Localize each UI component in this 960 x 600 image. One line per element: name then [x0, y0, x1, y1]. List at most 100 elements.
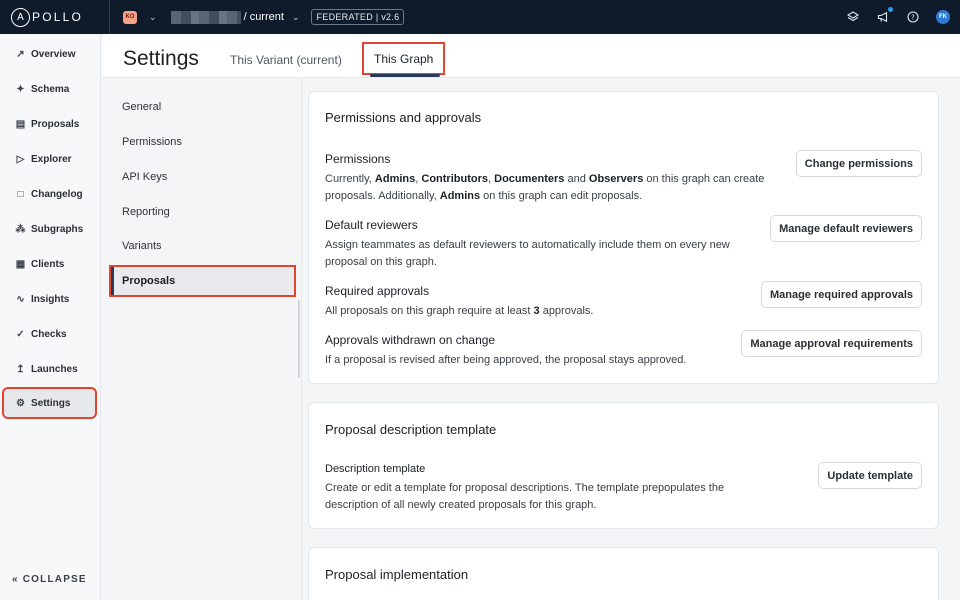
checks-icon: ✓ [16, 328, 25, 340]
subnav-scrollbar[interactable] [298, 300, 300, 378]
double-chevron-left-icon: « [12, 574, 23, 585]
nav-item-insights[interactable]: ∿ Insights [4, 285, 95, 313]
insights-icon: ∿ [16, 293, 25, 305]
subnav-item-proposals[interactable]: Proposals [109, 265, 296, 297]
collapse-label: COLLAPSE [22, 574, 87, 585]
role-admins: Admins [439, 190, 481, 202]
org-chevron-down-icon[interactable]: ⌄ [149, 12, 157, 23]
nav-item-schema[interactable]: ✦ Schema [4, 75, 95, 103]
subnav-item-reporting[interactable]: Reporting [111, 198, 294, 226]
text-part: Currently, [325, 173, 375, 185]
help-icon[interactable]: ? [906, 11, 919, 24]
subnav-item-api-keys[interactable]: API Keys [111, 163, 294, 191]
subnav-item-general[interactable]: General [111, 93, 294, 121]
active-tab-indicator [370, 74, 440, 77]
permissions-row-description: Currently, Admins, Contributors, Documen… [325, 171, 765, 205]
gear-icon: ⚙ [16, 397, 25, 409]
nav-item-clients[interactable]: ▦ Clients [4, 250, 95, 278]
schema-icon: ✦ [16, 83, 25, 95]
launches-icon: ↥ [16, 363, 25, 375]
nav-item-label: Overview [31, 48, 76, 60]
graph-name-redacted[interactable] [170, 10, 241, 24]
settings-header: Settings This Variant (current) This Gra… [102, 34, 960, 78]
nav-item-proposals[interactable]: ▤ Proposals [4, 110, 95, 138]
nav-item-label: Schema [31, 83, 70, 95]
avatar[interactable]: FK [936, 10, 950, 24]
nav-item-label: Launches [31, 363, 78, 375]
nav-item-explorer[interactable]: ▷ Explorer [4, 145, 95, 173]
nav-item-label: Checks [31, 328, 67, 340]
nav-item-label: Settings [31, 397, 71, 409]
notification-dot [888, 6, 893, 12]
subnav-item-permissions[interactable]: Permissions [111, 128, 294, 156]
apollo-logo-mark: A [11, 7, 30, 27]
nav-item-launches[interactable]: ↥ Launches [4, 355, 95, 383]
tab-label: This Graph [374, 51, 434, 66]
megaphone-icon[interactable] [876, 6, 893, 24]
default-reviewers-row-description: Assign teammates as default reviewers to… [325, 239, 730, 268]
nav-item-subgraphs[interactable]: ⁂ Subgraphs [4, 215, 95, 243]
nav-item-label: Proposals [31, 118, 80, 130]
topbar-actions: ? FK [846, 0, 950, 34]
role-observers: Observers [588, 173, 644, 185]
nav-item-label: Explorer [31, 153, 72, 165]
role-contributors: Contributors [421, 173, 488, 185]
page-title: Settings [123, 47, 199, 70]
collapse-button[interactable]: « COLLAPSE [12, 574, 87, 585]
description-template-card: Proposal description template Descriptio… [308, 402, 939, 529]
nav-item-label: Insights [31, 293, 70, 305]
nav-item-label: Subgraphs [31, 223, 84, 235]
text-part: approvals. [539, 305, 594, 317]
text-part: on this graph can edit proposals. [480, 190, 643, 202]
text-part: and [564, 173, 589, 185]
tab-this-variant[interactable]: This Variant (current) [230, 53, 342, 67]
settings-subnav: General Permissions API Keys Reporting V… [102, 78, 302, 600]
nav-item-checks[interactable]: ✓ Checks [4, 320, 95, 348]
overview-icon: ↗ [16, 48, 25, 60]
description-template-row-title: Description template [325, 463, 426, 475]
apollo-logo-text: POLLO [32, 10, 84, 24]
required-approvals-row-title: Required approvals [325, 284, 430, 298]
layers-icon[interactable] [846, 11, 859, 24]
role-admins: Admins [374, 173, 416, 185]
approvals-withdrawn-row-title: Approvals withdrawn on change [325, 333, 496, 347]
nav-item-overview[interactable]: ↗ Overview [4, 40, 95, 68]
subgraphs-icon: ⁂ [15, 223, 26, 235]
required-approvals-row-description: All proposals on this graph require at l… [325, 303, 765, 320]
proposal-implementation-card: Proposal implementation [308, 547, 939, 600]
default-reviewers-row-title: Default reviewers [325, 218, 418, 232]
change-permissions-button[interactable]: Change permissions [795, 150, 922, 177]
variant-selector[interactable]: / current [244, 11, 284, 23]
changelog-icon: □ [17, 188, 24, 200]
card-title: Proposal description template [325, 422, 497, 437]
manage-required-approvals-button[interactable]: Manage required approvals [760, 281, 922, 308]
approvals-withdrawn-row-description: If a proposal is revised after being app… [325, 354, 687, 366]
card-title: Permissions and approvals [325, 110, 482, 125]
update-template-button[interactable]: Update template [818, 462, 922, 489]
role-documenters: Documenters [494, 173, 565, 185]
card-title: Proposal implementation [325, 567, 469, 582]
nav-item-label: Clients [31, 258, 65, 270]
manage-default-reviewers-button[interactable]: Manage default reviewers [770, 215, 922, 242]
nav-item-settings[interactable]: ⚙ Settings [2, 387, 97, 419]
top-bar: A POLLO KO ⌄ / current ⌄ FEDERATED | v2.… [0, 0, 960, 34]
proposals-icon: ▤ [15, 118, 26, 130]
subnav-item-variants[interactable]: Variants [111, 232, 294, 260]
variant-chevron-down-icon[interactable]: ⌄ [292, 12, 300, 23]
tab-this-graph[interactable]: This Graph [361, 42, 446, 75]
org-badge[interactable]: KO [123, 10, 138, 24]
left-nav: ↗ Overview ✦ Schema ▤ Proposals ▷ Explor… [0, 34, 101, 600]
explorer-icon: ▷ [16, 153, 25, 165]
apollo-logo[interactable]: A POLLO [11, 7, 84, 27]
topbar-divider [109, 0, 111, 34]
nav-item-label: Changelog [31, 188, 83, 200]
nav-item-changelog[interactable]: □ Changelog [4, 180, 95, 208]
text-part: All proposals on this graph require at l… [325, 305, 534, 317]
description-template-row-description: Create or edit a template for proposal d… [325, 482, 725, 511]
svg-text:?: ? [911, 14, 915, 22]
permissions-approvals-card: Permissions and approvals Permissions Cu… [308, 91, 939, 384]
permissions-row-title: Permissions [325, 152, 391, 166]
manage-approval-requirements-button[interactable]: Manage approval requirements [741, 330, 922, 357]
federation-badge: FEDERATED | v2.6 [311, 9, 405, 25]
clients-icon: ▦ [15, 258, 26, 270]
